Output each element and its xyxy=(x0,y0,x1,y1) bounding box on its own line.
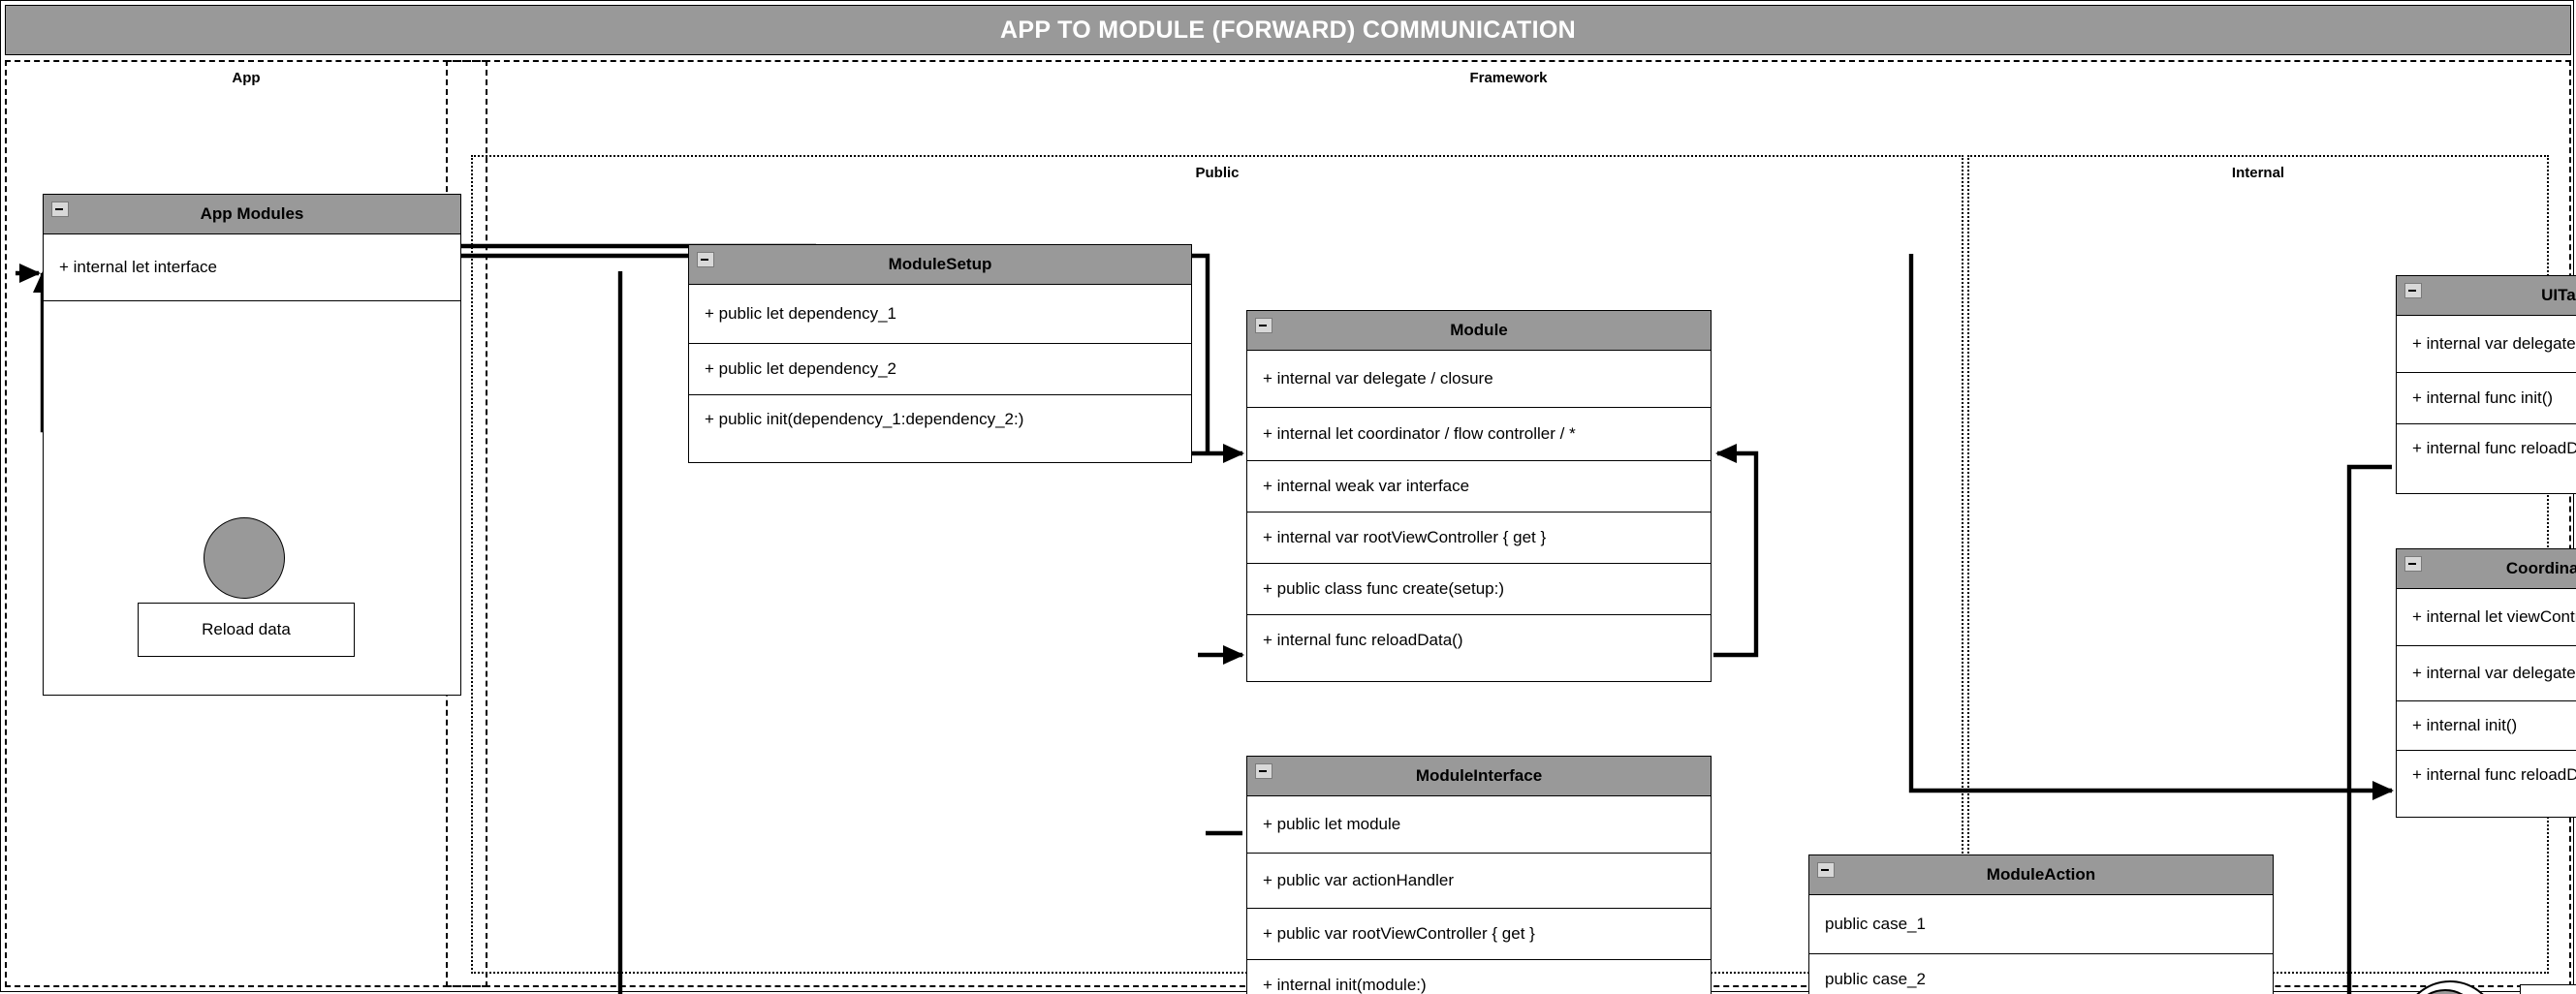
start-node-circle xyxy=(204,517,285,599)
class-row: + public var actionHandler xyxy=(1247,854,1711,909)
minus-icon[interactable] xyxy=(1255,318,1272,333)
minus-icon[interactable] xyxy=(2404,556,2422,572)
class-header-module-setup: ModuleSetup xyxy=(689,245,1191,285)
class-row: + internal let interface xyxy=(44,234,460,301)
minus-icon[interactable] xyxy=(2404,283,2422,298)
class-row: + internal init() xyxy=(2397,701,2576,751)
region-framework-label: Framework xyxy=(1469,70,1548,86)
class-row: + internal let viewController xyxy=(2397,589,2576,646)
region-public-label: Public xyxy=(1195,165,1240,181)
diagram-canvas: APP TO MODULE (FORWARD) COMMUNICATION Ap… xyxy=(0,0,2576,994)
class-header-module: Module xyxy=(1247,311,1711,351)
class-row: + internal var delegate / closure xyxy=(2397,646,2576,701)
class-row: + internal weak var interface xyxy=(1247,461,1711,513)
class-box-uitableviewcontroller[interactable]: UITableViewController + internal var del… xyxy=(2396,275,2576,494)
class-row: public case_1 xyxy=(1809,895,2273,954)
note-reload-data: Reload data xyxy=(138,603,355,657)
class-header-uitableviewcontroller: UITableViewController xyxy=(2397,276,2576,316)
class-title-module-action: ModuleAction xyxy=(1986,865,2096,884)
class-row: + internal func reloadData() xyxy=(1263,631,1463,649)
class-row: + internal var delegate xyxy=(2397,316,2576,373)
end-node-inner-fill xyxy=(2410,989,2480,994)
class-box-coordinator[interactable]: Coordinator / FlowController / * + inter… xyxy=(2396,548,2576,818)
class-header-module-interface: ModuleInterface xyxy=(1247,757,1711,796)
minus-icon[interactable] xyxy=(1817,862,1835,878)
class-row: + internal func reloadData() xyxy=(2412,439,2576,457)
class-row: + public let dependency_1 xyxy=(689,285,1191,344)
class-title-app-modules: App Modules xyxy=(200,204,304,223)
class-box-module-action[interactable]: ModuleAction public case_1 public case_2… xyxy=(1808,854,2274,994)
class-row: + internal let coordinator / flow contro… xyxy=(1247,408,1711,461)
class-box-module-interface[interactable]: ModuleInterface + public let module + pu… xyxy=(1246,756,1712,994)
class-title-module-interface: ModuleInterface xyxy=(1415,766,1543,785)
minus-icon[interactable] xyxy=(697,252,714,267)
class-header-coordinator: Coordinator / FlowController / * xyxy=(2397,549,2576,589)
class-title-uitableviewcontroller: UITableViewController xyxy=(2541,286,2576,304)
minus-icon[interactable] xyxy=(1255,763,1272,779)
class-row: + internal init(module:) xyxy=(1247,960,1711,994)
class-box-module-setup[interactable]: ModuleSetup + public let dependency_1 + … xyxy=(688,244,1192,463)
class-row: + public let dependency_2 xyxy=(689,344,1191,395)
class-row: + public let module xyxy=(1247,796,1711,854)
minus-icon[interactable] xyxy=(51,202,69,217)
class-row: + internal var delegate / closure xyxy=(1247,351,1711,408)
class-header-app-modules: App Modules xyxy=(44,195,460,234)
class-header-module-action: ModuleAction xyxy=(1809,855,2273,895)
diagram-title-banner: APP TO MODULE (FORWARD) COMMUNICATION xyxy=(5,5,2571,55)
class-row: + internal func init() xyxy=(2397,373,2576,424)
class-title-coordinator: Coordinator / FlowController / * xyxy=(2505,559,2576,577)
class-row: + public var rootViewController { get } xyxy=(1247,909,1711,960)
class-row: + internal var rootViewController { get … xyxy=(1247,513,1711,564)
class-row: + internal func reloadData() xyxy=(2412,765,2576,784)
class-row: + public class func create(setup:) xyxy=(1247,564,1711,615)
class-row: public case_2 xyxy=(1809,954,2273,994)
class-row: + public init(dependency_1:dependency_2:… xyxy=(705,410,1024,428)
class-title-module-setup: ModuleSetup xyxy=(888,255,992,273)
class-box-module[interactable]: Module + internal var delegate / closure… xyxy=(1246,310,1712,682)
note-module-reloaded-data: The module reloaded data xyxy=(2520,984,2576,994)
region-internal-label: Internal xyxy=(2231,165,2285,181)
class-title-module: Module xyxy=(1450,321,1508,339)
region-app-label: App xyxy=(232,70,261,86)
diagram-title: APP TO MODULE (FORWARD) COMMUNICATION xyxy=(1000,16,1576,44)
